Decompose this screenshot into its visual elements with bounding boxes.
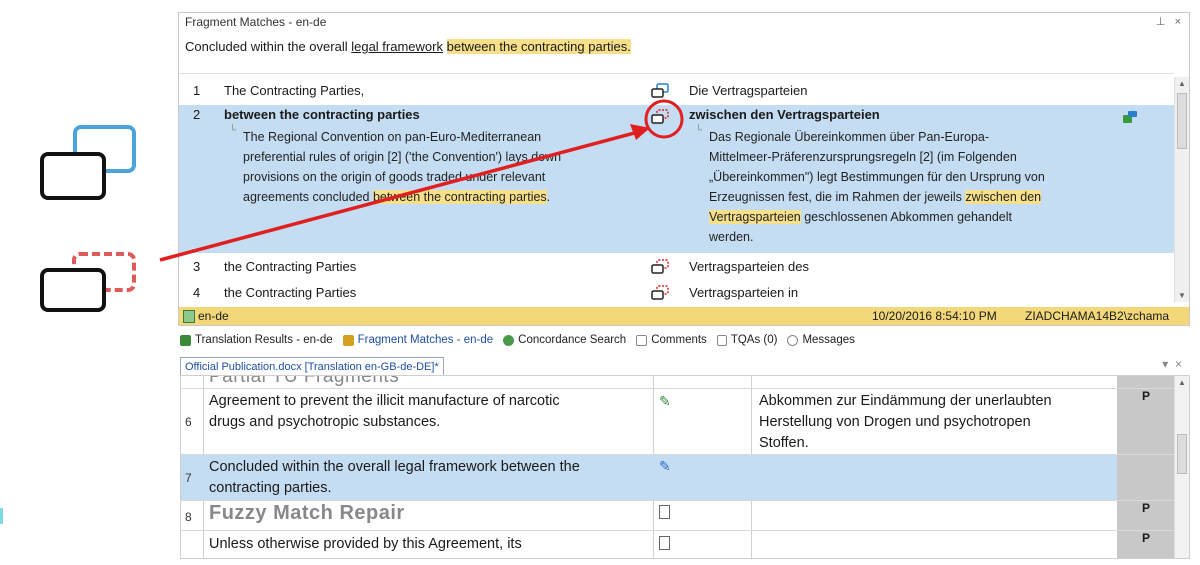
comments-icon xyxy=(636,334,648,346)
tab-label: Concordance Search xyxy=(518,334,627,346)
row-source[interactable]: Unless otherwise provided by this Agreem… xyxy=(209,534,649,555)
tab-messages[interactable]: Messages xyxy=(787,334,855,346)
tab-comments[interactable]: Comments xyxy=(636,334,707,346)
target-line: Herstellung von Drogen und psychotropen xyxy=(759,414,1031,430)
tqa-icon xyxy=(716,334,727,346)
row-number: 8 xyxy=(185,510,192,524)
tab-tqas[interactable]: TQAs (0) xyxy=(716,334,778,346)
row-source[interactable]: Agreement to prevent the illicit manufac… xyxy=(209,391,649,433)
source-line: contracting parties. xyxy=(209,480,332,496)
row-source[interactable]: Fuzzy Match Repair xyxy=(209,503,649,524)
confirmed-edit-icon: ✎ xyxy=(659,393,671,409)
tab-translation-results[interactable]: Translation Results - en-de xyxy=(180,334,333,346)
fragment-matches-icon xyxy=(342,334,354,346)
row-target[interactable]: Abkommen zur Eindämmung der unerlaubten … xyxy=(759,391,1089,454)
editor-row[interactable]: 8 Fuzzy Match Repair P xyxy=(181,500,1189,530)
source-line: Agreement to prevent the illicit manufac… xyxy=(209,393,560,409)
editor-row[interactable]: 6 Agreement to prevent the illicit manuf… xyxy=(181,388,1189,454)
editor-row-heading[interactable]: Partial TU Fragments xyxy=(181,375,1189,388)
editor-row-active[interactable]: 7 Concluded within the overall legal fra… xyxy=(181,454,1189,500)
row-number: 6 xyxy=(185,415,192,429)
document-tab[interactable]: Official Publication.docx [Translation e… xyxy=(180,357,444,376)
row-source: Partial TU Fragments xyxy=(209,375,400,387)
tab-concordance-search[interactable]: Concordance Search xyxy=(503,334,626,346)
tab-label: Fragment Matches - en-de xyxy=(357,334,494,346)
close-document-icon[interactable]: × xyxy=(1175,357,1182,371)
edge-mark xyxy=(0,508,3,524)
messages-icon xyxy=(787,334,799,346)
tab-fragment-matches[interactable]: Fragment Matches - en-de xyxy=(342,334,494,346)
annotation-circle xyxy=(644,99,684,139)
draft-edit-icon: ✎ xyxy=(659,458,671,474)
editor-scrollbar[interactable]: ▲ xyxy=(1174,376,1189,558)
row-status: P xyxy=(1117,501,1175,530)
document-icon xyxy=(659,536,670,550)
tab-label: Translation Results - en-de xyxy=(195,334,333,346)
row-status: P xyxy=(1117,531,1175,558)
editor-grid: Partial TU Fragments 6 Agreement to prev… xyxy=(180,375,1190,559)
scroll-up-icon[interactable]: ▲ xyxy=(1178,378,1186,387)
target-line: Abkommen zur Eindämmung der unerlaubten xyxy=(759,393,1052,409)
row-status: P xyxy=(1117,389,1175,454)
document-icon xyxy=(659,505,670,519)
row-number: 7 xyxy=(185,471,192,485)
target-line: Stoffen. xyxy=(759,435,809,451)
editor-row[interactable]: Unless otherwise provided by this Agreem… xyxy=(181,530,1189,558)
annotation-arrow-line xyxy=(159,130,639,262)
row-status xyxy=(1117,376,1175,388)
tab-label: Comments xyxy=(651,334,707,346)
translation-results-icon xyxy=(180,334,191,346)
source-line: Concluded within the overall legal frame… xyxy=(209,459,580,475)
tab-label: TQAs (0) xyxy=(730,334,778,346)
scrollbar-thumb[interactable] xyxy=(1177,434,1187,474)
source-line: drugs and psychotropic substances. xyxy=(209,414,441,430)
row-source[interactable]: Concluded within the overall legal frame… xyxy=(209,457,649,499)
tab-label: Messages xyxy=(802,334,855,346)
tab-strip: Translation Results - en-de Fragment Mat… xyxy=(180,331,855,349)
row-status xyxy=(1117,455,1175,500)
document-tab-label: Official Publication.docx [Translation e… xyxy=(185,361,439,373)
document-controls: ▾ × xyxy=(1162,357,1182,371)
dropdown-icon[interactable]: ▾ xyxy=(1162,357,1168,371)
concordance-search-icon xyxy=(503,334,515,346)
